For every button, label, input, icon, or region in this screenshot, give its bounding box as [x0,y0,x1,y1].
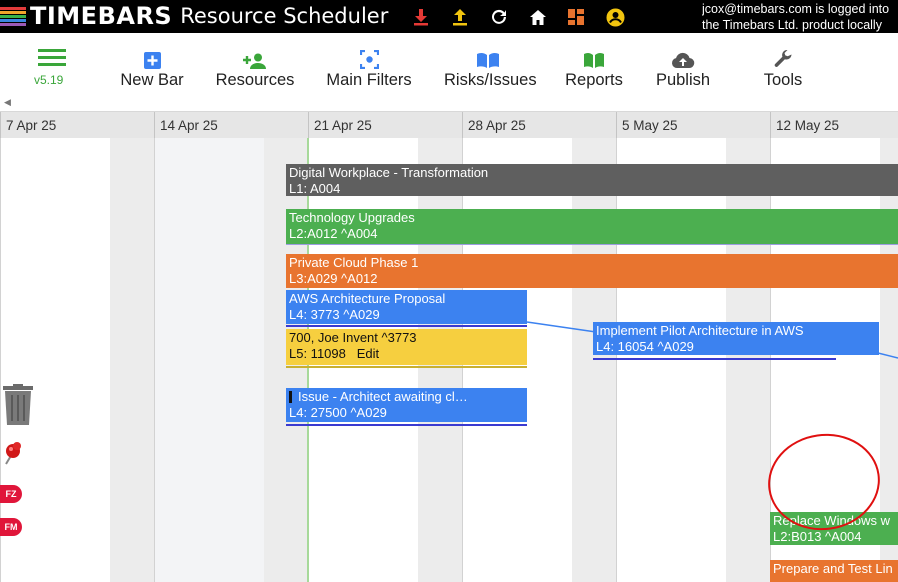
upload-icon[interactable] [450,7,470,27]
assignment-code: L5: 11098 [289,346,346,361]
filter-center-icon [359,50,379,69]
timeline-scroll-strip[interactable]: ◀ [0,95,898,111]
wrench-icon [774,49,792,67]
schedule-bar[interactable]: Implement Pilot Architecture in AWS L4: … [593,322,879,355]
risks-issues-button[interactable]: Risks/Issues [444,47,537,90]
home-icon[interactable] [528,7,548,27]
bar-code: L3:A029 ^A012 [289,271,378,286]
bar-code: L4: 27500 ^A029 [289,405,387,420]
reports-button[interactable]: Reports [564,47,624,90]
main-toolbar: v5.19 New Bar Resources Main Filters Ris… [0,33,898,95]
tools-label: Tools [763,71,803,89]
bar-title: Issue - Architect awaiting cl… [298,389,468,404]
reports-label: Reports [565,71,623,89]
main-filters-label: Main Filters [326,71,412,89]
pushpin-icon[interactable] [2,440,24,471]
book-open-icon [477,52,499,68]
assignment-title: 700, Joe Invent ^3773 [289,330,417,345]
resource-tag[interactable]: FM [0,518,22,536]
schedule-bar[interactable]: Prepare and Test Lin [770,560,898,582]
date-label: 7 Apr 25 [6,118,57,133]
bar-code: L4: 3773 ^A029 [289,307,380,322]
main-filters-button[interactable]: Main Filters [325,47,413,90]
user-line-1: jcox@timebars.com is logged into [702,2,890,16]
menu-button[interactable] [38,49,66,67]
publish-label: Publish [655,71,711,89]
version-label: v5.19 [34,73,64,87]
trash-icon[interactable] [2,384,34,431]
user-login-info: jcox@timebars.com is logged into the Tim… [702,1,898,33]
bar-title: AWS Architecture Proposal [289,291,446,306]
bar-title: Private Cloud Phase 1 [289,255,419,270]
publish-button[interactable]: Publish [655,47,711,90]
dashboard-icon[interactable] [566,7,586,27]
book-icon [584,52,604,68]
schedule-bar[interactable]: Digital Workplace - Transformation L1: A… [286,164,898,196]
tools-button[interactable]: Tools [762,47,804,90]
add-box-icon [143,52,161,69]
bar-title: Prepare and Test Lin [773,561,893,576]
edit-link[interactable]: Edit [357,346,379,361]
resource-tag[interactable]: FZ [0,485,22,503]
user-line-2: the Timebars Ltd. product locally [702,18,882,32]
resources-label: Resources [215,71,295,89]
date-label: 5 May 25 [622,118,678,133]
refresh-icon[interactable] [489,7,509,27]
bar-title: Implement Pilot Architecture in AWS [596,323,804,338]
schedule-bar[interactable]: Technology Upgrades L2:A012 ^A004 [286,209,898,244]
resource-assignment-bar[interactable]: 700, Joe Invent ^3773 L5: 11098 Edit [286,329,527,365]
date-label: 12 May 25 [776,118,840,133]
logo-stripes-icon [0,6,28,26]
new-bar-button[interactable]: New Bar [120,47,184,90]
brand-name: TIMEBARS [30,2,173,30]
download-icon[interactable] [411,7,431,27]
issue-marker-icon [289,391,292,403]
schedule-canvas[interactable]: Digital Workplace - Transformation L1: A… [0,138,898,582]
bar-code: L1: A004 [289,181,341,196]
hamburger-menu-icon [38,49,66,66]
app-header: TIMEBARS Resource Scheduler jcox@timebar… [0,0,898,33]
bar-code: L2:B013 ^A004 [773,529,862,544]
bar-code: L4: 16054 ^A029 [596,339,694,354]
add-person-icon [243,53,266,69]
new-bar-label: New Bar [120,71,184,89]
date-label: 21 Apr 25 [314,118,372,133]
cloud-upload-icon [671,52,695,69]
account-icon[interactable] [605,7,625,27]
date-label: 14 Apr 25 [160,118,218,133]
app-title: Resource Scheduler [180,4,389,28]
schedule-bar[interactable]: AWS Architecture Proposal L4: 3773 ^A029 [286,290,527,324]
bar-title: Digital Workplace - Transformation [289,165,489,180]
bar-title: Technology Upgrades [289,210,415,225]
resources-button[interactable]: Resources [215,47,295,90]
timeline-header: 7 Apr 25 14 Apr 25 21 Apr 25 28 Apr 25 5… [0,111,898,139]
risks-issues-label: Risks/Issues [444,71,537,89]
bar-code: L2:A012 ^A004 [289,226,378,241]
issue-bar[interactable]: Issue - Architect awaiting cl… L4: 27500… [286,388,527,422]
schedule-bar[interactable]: Private Cloud Phase 1 L3:A029 ^A012 [286,254,898,288]
scroll-left-icon[interactable]: ◀ [4,97,11,108]
date-label: 28 Apr 25 [468,118,526,133]
logo: TIMEBARS Resource Scheduler [0,2,389,30]
